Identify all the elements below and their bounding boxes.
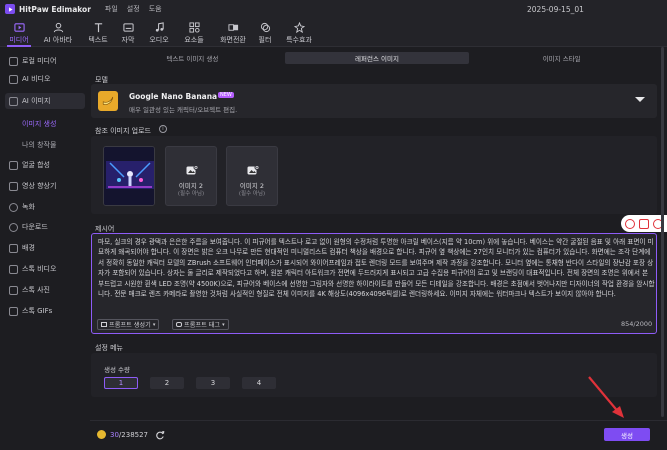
sidebar-item-stock-video[interactable]: 스톡 비디오 (5, 261, 85, 277)
sidebar-item-enhancer[interactable]: 영상 향상기 (5, 178, 85, 194)
tool-effects[interactable]: 특수효과 (281, 20, 317, 45)
add-image-icon (186, 165, 198, 175)
menu-bar: 파일 설정 도움 (105, 4, 162, 14)
sidebar-item-record[interactable]: 녹화 (5, 199, 85, 215)
refresh-icon[interactable] (155, 430, 165, 440)
sidebar-item-stock-photo[interactable]: 스톡 사진 (5, 282, 85, 298)
tool-elements[interactable]: 요소들 (180, 20, 208, 45)
settings-panel (91, 353, 657, 397)
chevron-down-icon[interactable] (635, 97, 645, 102)
prompt-text[interactable]: 마모, 실크의 경우 광택과 은은한 주름을 보여줍니다. 이 피규어를 텍스트… (98, 237, 656, 299)
tag-icon (176, 322, 182, 327)
sidebar-sub-image-generate[interactable]: 이미지 생성 (22, 119, 56, 129)
app-logo-icon (5, 4, 15, 14)
tool-transition[interactable]: 화면전환 (215, 20, 251, 45)
sidebar-item-background[interactable]: 배경 (5, 240, 85, 256)
chevron-down-icon: ▾ (222, 321, 225, 328)
sidebar-item-local-media[interactable]: 로컬 미디어 (5, 53, 85, 69)
menu-settings[interactable]: 설정 (127, 4, 140, 14)
new-badge: NEW (218, 92, 234, 98)
tab-reference-image[interactable]: 레퍼런스 이미지 (284, 52, 470, 64)
menu-help[interactable]: 도움 (149, 4, 162, 14)
char-counter: 854/2000 (621, 320, 653, 328)
audio-icon (155, 22, 164, 32)
main-toolbar: 미디어 AI 아바타 텍스트 자막 오디오 요소들 화면전환 필터 특수효과 (0, 18, 667, 47)
sidebar-item-ai-image[interactable]: AI 이미지 (5, 93, 85, 109)
project-title: 2025-09-15_01 (527, 5, 584, 14)
count-option-3[interactable]: 3 (196, 377, 230, 389)
tool-filter[interactable]: 필터 (256, 20, 274, 45)
red-arrow-annotation (588, 376, 624, 418)
sidebar-item-download[interactable]: 다운로드 (5, 219, 85, 235)
app-name: HitPaw Edimakor (19, 4, 91, 14)
count-option-2[interactable]: 2 (150, 377, 184, 389)
media-icon (13, 23, 25, 32)
tool-text[interactable]: 텍스트 (85, 20, 111, 45)
count-label: 생성 수량 (104, 366, 130, 374)
chevron-down-icon: ▾ (152, 321, 156, 328)
count-option-4[interactable]: 4 (242, 377, 276, 389)
subtitle-icon (122, 23, 134, 32)
uploaded-image-thumbnail[interactable] (103, 146, 155, 206)
text-icon (94, 23, 102, 33)
sidebar-item-stock-gifs[interactable]: 스톡 GIFs (5, 303, 85, 319)
upload-slot-image-2[interactable]: 이미지 2 (필수 아님) (165, 146, 217, 206)
record-icon (9, 202, 18, 212)
credit-balance: 30/238527 (110, 431, 149, 439)
transition-icon (227, 24, 238, 31)
info-icon[interactable]: i (159, 125, 167, 133)
settings-label: 설정 메뉴 (95, 344, 123, 352)
face-icon (9, 160, 18, 170)
add-image-icon (247, 165, 259, 175)
generate-button[interactable]: 생성 (604, 428, 650, 441)
title-bar: HitPaw Edimakor 파일 설정 도움 2025-09-15_01 (0, 0, 667, 18)
sidebar-sub-my-creations[interactable]: 나의 창작물 (22, 140, 56, 150)
background-icon (9, 243, 18, 253)
ai-tool-icon[interactable] (625, 218, 635, 229)
mode-tabs: 텍스트 이미지 생성 레퍼런스 이미지 이미지 스타일 (100, 52, 654, 64)
enhance-icon (9, 181, 18, 191)
upload-slot-image-3[interactable]: 이미지 2 (필수 아님) (226, 146, 278, 206)
prompt-generator-button[interactable]: 프롬프트 생성기 ▾ (97, 319, 160, 330)
coin-icon (97, 430, 106, 439)
count-option-1[interactable]: 1 (104, 377, 138, 389)
filter-icon (260, 22, 270, 33)
scrollbar[interactable] (661, 47, 665, 417)
tool-media[interactable]: 미디어 (5, 20, 33, 47)
upload-label: 참조 이미지 업로드 (95, 127, 151, 135)
prompt-tag-button[interactable]: 프롬프트 태그 ▾ (172, 319, 229, 330)
sidebar-item-ai-video[interactable]: AI 비디오 (5, 71, 85, 87)
sidebar-item-face-swap[interactable]: 얼굴 합성 (5, 157, 85, 173)
bottom-bar (90, 420, 667, 450)
model-description: 매우 일관성 있는 캐릭터/오브젝트 편집. (129, 106, 238, 114)
tool-subtitle[interactable]: 자막 (118, 20, 138, 45)
tab-image-style[interactable]: 이미지 스타일 (469, 52, 654, 64)
effects-icon (293, 22, 305, 33)
gif-icon (9, 306, 18, 316)
stock-video-icon (9, 264, 18, 274)
ai-image-icon (9, 96, 18, 106)
elements-icon (188, 22, 200, 33)
folder-icon (9, 56, 18, 66)
model-select[interactable]: Google Nano Banana NEW 매우 일관성 있는 캐릭터/오브젝… (91, 84, 657, 118)
download-icon (9, 222, 18, 232)
tool-audio[interactable]: 오디오 (145, 20, 173, 45)
ai-video-icon (9, 74, 18, 84)
tool-ai-avatar[interactable]: AI 아바타 (40, 20, 76, 45)
tab-text-to-image[interactable]: 텍스트 이미지 생성 (100, 52, 285, 64)
menu-file[interactable]: 파일 (105, 4, 118, 14)
banana-icon (98, 91, 118, 111)
avatar-icon (53, 22, 63, 33)
pen-icon[interactable] (639, 218, 649, 229)
stock-photo-icon (9, 285, 18, 295)
model-name: Google Nano Banana (129, 92, 218, 101)
prompt-icon (101, 322, 107, 327)
